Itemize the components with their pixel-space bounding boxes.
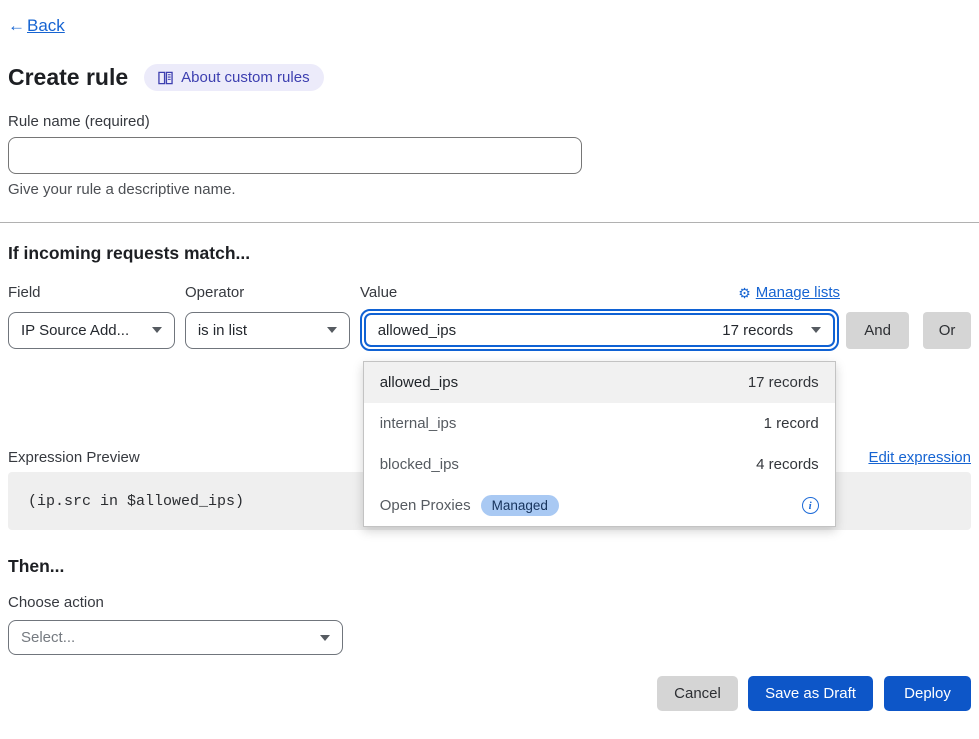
list-item-records: 17 records xyxy=(748,374,819,391)
condition-labels-row: Field Operator Value ⚙ Manage lists xyxy=(8,284,971,301)
field-select-value: IP Source Add... xyxy=(21,322,129,339)
list-item-name: internal_ips xyxy=(380,415,457,432)
rule-name-label: Rule name (required) xyxy=(8,113,971,130)
edit-expression-link[interactable]: Edit expression xyxy=(868,449,971,466)
about-custom-rules-link[interactable]: About custom rules xyxy=(144,64,323,91)
operator-select[interactable]: is in list xyxy=(185,312,350,349)
field-select[interactable]: IP Source Add... xyxy=(8,312,175,349)
chevron-down-icon xyxy=(327,327,337,333)
chevron-down-icon xyxy=(811,327,821,333)
and-button[interactable]: And xyxy=(846,312,909,349)
about-custom-rules-label: About custom rules xyxy=(181,69,309,86)
book-icon xyxy=(158,71,173,85)
back-arrow-icon: ← xyxy=(8,16,25,35)
list-item-open-proxies[interactable]: Open Proxies Managed i xyxy=(364,485,835,526)
list-item-name: Open Proxies xyxy=(380,497,471,514)
back-row: ←Back xyxy=(8,16,971,36)
info-icon[interactable]: i xyxy=(802,497,819,514)
save-as-draft-button[interactable]: Save as Draft xyxy=(748,676,873,711)
manage-lists-label: Manage lists xyxy=(756,284,840,301)
or-button[interactable]: Or xyxy=(923,312,971,349)
value-select-value: allowed_ips xyxy=(378,322,456,339)
list-item-blocked-ips[interactable]: blocked_ips 4 records xyxy=(364,444,835,485)
operator-select-value: is in list xyxy=(198,322,247,339)
rule-name-input[interactable] xyxy=(8,137,582,174)
create-rule-page: ←Back Create rule About custom rules Rul… xyxy=(0,16,979,711)
condition-controls-row: IP Source Add... is in list allowed_ips … xyxy=(8,309,971,351)
page-title: Create rule xyxy=(8,64,128,91)
back-label: Back xyxy=(27,16,65,35)
rule-name-helper: Give your rule a descriptive name. xyxy=(8,181,971,198)
footer-actions: Cancel Save as Draft Deploy xyxy=(8,676,971,711)
section-divider xyxy=(0,222,979,223)
value-select[interactable]: allowed_ips 17 records xyxy=(364,313,835,347)
action-select-placeholder: Select... xyxy=(21,629,75,646)
value-select-records: 17 records xyxy=(722,322,793,339)
match-section-heading: If incoming requests match... xyxy=(8,243,971,264)
list-item-internal-ips[interactable]: internal_ips 1 record xyxy=(364,403,835,444)
list-item-records: 1 record xyxy=(764,415,819,432)
value-label: Value xyxy=(360,284,397,301)
cancel-button[interactable]: Cancel xyxy=(657,676,738,711)
managed-badge: Managed xyxy=(481,495,559,516)
list-item-allowed-ips[interactable]: allowed_ips 17 records xyxy=(364,362,835,403)
field-label: Field xyxy=(8,284,185,301)
value-select-wrapper: allowed_ips 17 records allowed_ips 17 re… xyxy=(360,309,839,351)
list-item-name: blocked_ips xyxy=(380,456,459,473)
action-select[interactable]: Select... xyxy=(8,620,343,655)
list-item-name: allowed_ips xyxy=(380,374,458,391)
gear-icon: ⚙ xyxy=(738,286,751,300)
manage-lists-link[interactable]: ⚙ Manage lists xyxy=(738,284,840,301)
expression-code: (ip.src in $allowed_ips) xyxy=(28,493,244,510)
value-select-focus-ring: allowed_ips 17 records xyxy=(360,309,839,351)
deploy-button[interactable]: Deploy xyxy=(884,676,971,711)
title-row: Create rule About custom rules xyxy=(8,64,971,91)
chevron-down-icon xyxy=(320,635,330,641)
operator-label: Operator xyxy=(185,284,360,301)
chevron-down-icon xyxy=(152,327,162,333)
back-link[interactable]: ←Back xyxy=(8,16,65,35)
list-item-records: 4 records xyxy=(756,456,819,473)
list-dropdown-menu: allowed_ips 17 records internal_ips 1 re… xyxy=(363,361,836,527)
then-section-heading: Then... xyxy=(8,556,971,577)
expression-preview-label: Expression Preview xyxy=(8,449,140,466)
choose-action-label: Choose action xyxy=(8,594,971,611)
